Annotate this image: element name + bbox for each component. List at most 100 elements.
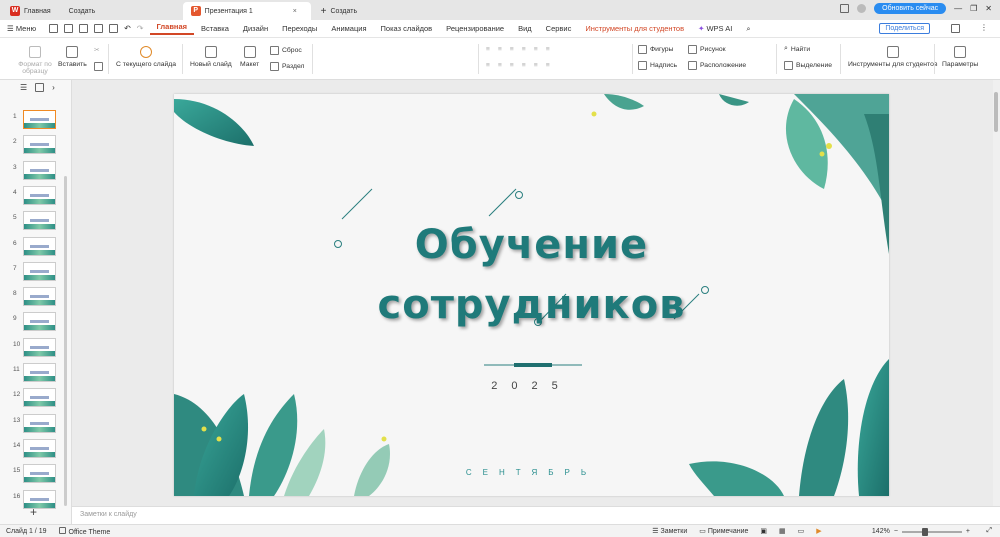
menu-insert[interactable]: Вставка <box>194 24 236 33</box>
slide-thumbnail[interactable]: 6 <box>0 236 70 257</box>
thumbnail-scrollbar[interactable] <box>64 176 67 506</box>
zoom-in-icon[interactable]: + <box>966 528 970 535</box>
maximize-icon[interactable]: ❐ <box>970 4 977 13</box>
share-button[interactable]: Поделиться <box>879 23 930 34</box>
copy-icon[interactable] <box>94 62 106 71</box>
thumbnail-image[interactable] <box>23 464 56 484</box>
thumbnail-image[interactable] <box>23 363 56 382</box>
layout-button[interactable]: Макет <box>240 46 259 68</box>
theme-name[interactable]: Office Theme <box>53 526 117 536</box>
upgrade-button[interactable]: Обновить сейчас <box>874 3 947 14</box>
tab-presentation[interactable]: P Презентация 1 × <box>182 2 311 20</box>
menu-transitions[interactable]: Переходы <box>275 24 324 33</box>
slide-thumbnail[interactable]: 11 <box>0 363 70 383</box>
slide-thumbnail[interactable]: 14 <box>0 438 70 459</box>
student-tools-button[interactable]: Инструменты для студентов <box>848 46 937 68</box>
preview-icon[interactable] <box>109 24 119 33</box>
new-slide-button[interactable]: Новый слайд <box>190 46 232 68</box>
menu-design[interactable]: Дизайн <box>236 24 275 33</box>
sorter-view-icon[interactable]: ▦ <box>773 527 792 535</box>
cut-icon[interactable]: ✂ <box>94 46 100 54</box>
align-group[interactable]: ≡≡≡≡≡≡ <box>486 62 558 69</box>
notes-toggle[interactable]: ☰ Заметки <box>646 527 693 535</box>
redo-icon[interactable]: ↷ <box>137 24 144 33</box>
thumbnail-image[interactable] <box>23 261 56 281</box>
shapes-button[interactable]: Фигуры <box>638 45 673 54</box>
menu-home[interactable]: Главная <box>149 22 195 35</box>
section-button[interactable]: Раздел <box>270 62 304 71</box>
slide-thumbnail[interactable]: 3 <box>0 160 70 181</box>
thumbnail-image[interactable] <box>23 135 56 155</box>
search-icon[interactable]: ⌕ <box>739 24 757 34</box>
close-window-icon[interactable]: ✕ <box>985 4 992 13</box>
format-painter-button[interactable]: Формат по образцу <box>18 46 52 75</box>
slide-thumbnail[interactable]: 13 <box>0 413 70 434</box>
slide-thumbnail[interactable]: 1 <box>0 110 70 130</box>
params-button[interactable]: Параметры <box>942 46 978 68</box>
thumbnail-image[interactable] <box>23 160 56 180</box>
thumbnail-image[interactable] <box>23 312 56 332</box>
reset-button[interactable]: Сброс <box>270 46 302 55</box>
minimize-icon[interactable]: — <box>954 4 962 13</box>
undo-icon[interactable]: ↶ <box>124 24 131 33</box>
slide-title-line-2[interactable]: сотрудников <box>174 282 889 328</box>
textbox-button[interactable]: Надпись <box>638 61 677 70</box>
thumbnail-image[interactable] <box>23 337 56 357</box>
fit-window-icon[interactable]: ⤢ <box>986 527 992 535</box>
slide-notes-input[interactable]: Заметки к слайду <box>72 506 1000 524</box>
tab-home[interactable]: W Главная <box>2 2 59 20</box>
slide-title-line-1[interactable]: Обучение <box>174 222 889 268</box>
thumbnail-image[interactable] <box>23 438 56 458</box>
slideshow-icon[interactable]: ▶ <box>810 527 827 535</box>
slide-thumbnail[interactable]: 5 <box>0 211 70 231</box>
slide-month[interactable]: СЕНТЯБРЬ <box>174 468 889 477</box>
print-icon[interactable] <box>94 24 104 33</box>
zoom-out-icon[interactable]: − <box>894 528 898 535</box>
normal-view-icon[interactable]: ▣ <box>754 527 773 535</box>
tab-new[interactable]: + Создать <box>313 2 365 20</box>
more-icon[interactable]: ⋮ <box>980 23 988 32</box>
add-slide-icon[interactable]: + <box>30 505 37 519</box>
outline-view-icon[interactable]: ☰ <box>20 83 27 92</box>
tab-create[interactable]: Создать <box>61 2 181 20</box>
thumbnail-image[interactable] <box>23 211 56 231</box>
reading-view-icon[interactable]: ▭ <box>792 527 811 535</box>
slide-thumbnail[interactable]: 12 <box>0 388 70 408</box>
slide-thumbnail[interactable]: 9 <box>0 312 70 332</box>
from-current-slide-button[interactable]: С текущего слайда <box>116 46 176 68</box>
folder-icon[interactable] <box>49 24 59 33</box>
thumbnail-image[interactable] <box>23 110 56 129</box>
scrollbar-thumb[interactable] <box>994 92 998 132</box>
slide-thumbnail[interactable]: 10 <box>0 337 70 358</box>
picture-button[interactable]: Рисунок <box>688 45 726 54</box>
menu-view[interactable]: Вид <box>511 24 539 33</box>
window-icon[interactable] <box>840 4 850 13</box>
thumbnail-image[interactable] <box>23 413 56 433</box>
thumbnail-image[interactable] <box>23 489 56 509</box>
menu-wps-ai[interactable]: ✦ WPS AI <box>691 24 739 33</box>
thumbnail-view-icon[interactable] <box>35 82 45 92</box>
menu-animation[interactable]: Анимация <box>324 24 373 33</box>
comment-icon[interactable] <box>951 24 960 33</box>
slide-thumbnail[interactable]: 4 <box>0 185 70 206</box>
save-icon[interactable] <box>64 24 74 33</box>
collapse-panel-icon[interactable]: › <box>52 83 55 92</box>
export-icon[interactable] <box>79 24 89 33</box>
thumbnail-image[interactable] <box>23 236 56 256</box>
zoom-slider-knob[interactable] <box>921 527 928 536</box>
menu-tools[interactable]: Сервис <box>539 24 579 33</box>
thumbnail-image[interactable] <box>23 388 56 408</box>
select-button[interactable]: Выделение <box>784 61 832 70</box>
slide-thumbnail[interactable]: 7 <box>0 261 70 282</box>
editor-scrollbar[interactable] <box>993 80 1000 506</box>
comment-toggle[interactable]: ▭ Примечание <box>693 527 754 535</box>
menu-review[interactable]: Рецензирование <box>439 24 511 33</box>
find-button[interactable]: ⌕ Найти <box>784 45 810 53</box>
main-menu-button[interactable]: ☰ Меню <box>0 24 43 33</box>
avatar[interactable] <box>857 4 867 13</box>
thumbnail-image[interactable] <box>23 185 56 205</box>
slide-canvas[interactable]: Обучение сотрудников 2025 СЕНТЯБРЬ <box>174 94 889 496</box>
slide-thumbnail[interactable]: 15 <box>0 464 70 484</box>
paste-button[interactable]: Вставить <box>58 46 87 68</box>
slide-year[interactable]: 2025 <box>174 380 889 392</box>
